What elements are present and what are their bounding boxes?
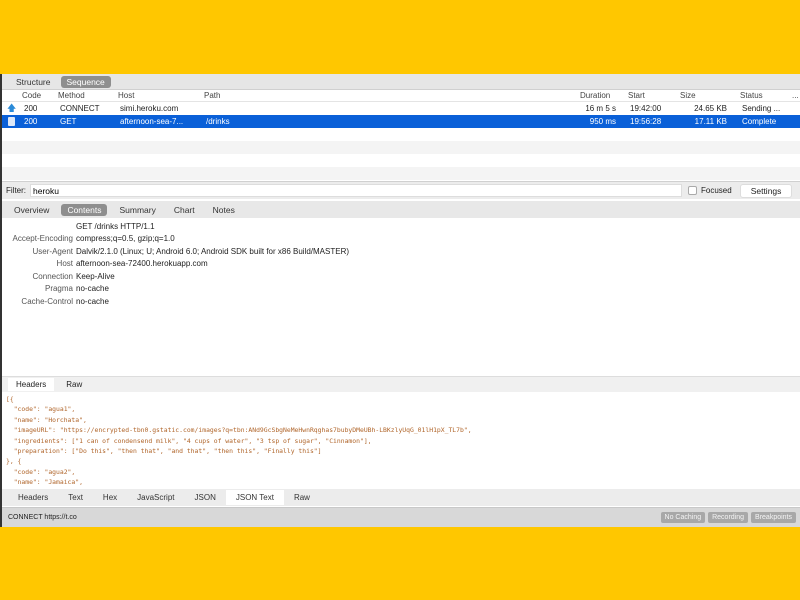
request-table: Code Method Host Path Duration Start Siz… — [2, 90, 800, 180]
charles-window: Structure Sequence Code Method Host Path… — [0, 74, 800, 527]
breakpoints-button[interactable]: Breakpoints — [751, 512, 796, 523]
no-caching-button[interactable]: No Caching — [660, 512, 706, 523]
tab-response-headers[interactable]: Headers — [8, 490, 58, 505]
request-tabs: Headers Raw — [2, 376, 800, 392]
tab-structure[interactable]: Structure — [10, 76, 57, 88]
tab-response-javascript[interactable]: JavaScript — [127, 490, 184, 505]
tab-chart[interactable]: Chart — [168, 204, 201, 216]
table-row-selected[interactable]: 200 GET afternoon-sea-7... /drinks 950 m… — [2, 115, 800, 128]
filter-bar: Filter: Focused Settings — [2, 181, 800, 199]
col-method[interactable]: Method — [58, 91, 85, 100]
empty-row — [2, 141, 800, 154]
tab-response-json[interactable]: JSON — [185, 490, 226, 505]
tab-overview[interactable]: Overview — [8, 204, 55, 216]
settings-button[interactable]: Settings — [739, 183, 793, 198]
col-size[interactable]: Size — [680, 91, 696, 100]
table-header: Code Method Host Path Duration Start Siz… — [2, 90, 800, 102]
col-code[interactable]: Code — [22, 91, 41, 100]
tab-request-headers[interactable]: Headers — [8, 378, 55, 391]
tab-notes[interactable]: Notes — [207, 204, 241, 216]
tab-sequence[interactable]: Sequence — [60, 75, 111, 88]
tab-response-text[interactable]: Text — [58, 490, 93, 505]
status-text: CONNECT https://t.co — [8, 514, 77, 521]
col-more[interactable]: ... — [792, 91, 799, 100]
focused-label: Focused — [701, 186, 732, 195]
tab-summary[interactable]: Summary — [113, 204, 161, 216]
response-tabs: Headers Text Hex JavaScript JSON JSON Te… — [2, 489, 800, 506]
tab-request-raw[interactable]: Raw — [58, 378, 90, 391]
empty-row — [2, 154, 800, 167]
detail-tabs: Overview Contents Summary Chart Notes — [2, 201, 800, 218]
recording-button[interactable]: Recording — [708, 512, 749, 523]
empty-row — [2, 128, 800, 141]
col-duration[interactable]: Duration — [580, 91, 610, 100]
col-path[interactable]: Path — [204, 91, 220, 100]
status-bar: CONNECT https://t.co No Caching Recordin… — [2, 507, 800, 527]
tab-response-raw[interactable]: Raw — [284, 490, 320, 505]
request-headers: GET /drinks HTTP/1.1 Accept-Encoding comp… — [12, 221, 350, 306]
document-icon — [8, 117, 15, 126]
tab-response-hex[interactable]: Hex — [93, 490, 127, 505]
col-start[interactable]: Start — [628, 91, 645, 100]
filter-label: Filter: — [6, 186, 26, 195]
col-host[interactable]: Host — [118, 91, 134, 100]
view-tabs: Structure Sequence — [2, 74, 800, 90]
focused-checkbox[interactable] — [688, 186, 697, 195]
response-json-body: [{ "code": "agua1", "name": "Horchata", … — [6, 395, 479, 497]
filter-input[interactable] — [30, 184, 682, 197]
tab-contents[interactable]: Contents — [61, 203, 108, 216]
tab-response-json-text[interactable]: JSON Text — [225, 490, 284, 505]
table-row[interactable]: 🡅 200 CONNECT simi.heroku.com 16 m 5 s 1… — [2, 102, 800, 115]
empty-row — [2, 167, 800, 180]
col-status[interactable]: Status — [740, 91, 763, 100]
